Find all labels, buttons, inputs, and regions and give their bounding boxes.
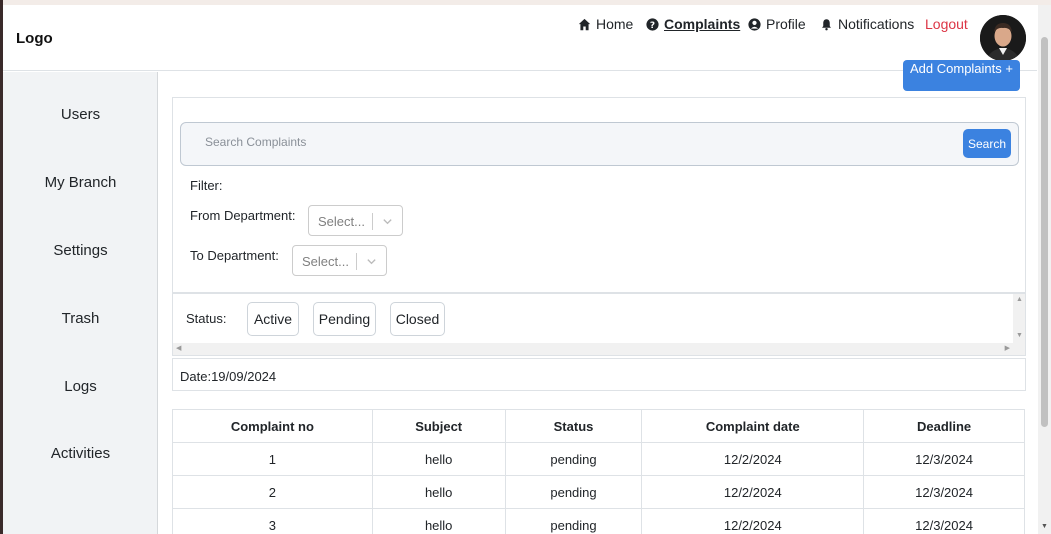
- sidebar-item-logs[interactable]: Logs: [3, 378, 158, 395]
- status-label: Status:: [186, 311, 227, 326]
- table-row[interactable]: 3 hello pending 12/2/2024 12/3/2024: [172, 508, 1025, 534]
- cell-complaint-no: 3: [172, 508, 373, 534]
- cell-complaint-date: 12/2/2024: [641, 442, 865, 476]
- sidebar-item-trash[interactable]: Trash: [3, 310, 158, 327]
- avatar[interactable]: [980, 15, 1026, 61]
- add-complaints-button[interactable]: Add Complaints +: [903, 60, 1020, 91]
- cell-subject: hello: [371, 475, 506, 509]
- cell-status: pending: [504, 475, 643, 509]
- top-navbar: Logo Home ? Complaints Profile Notificat…: [3, 5, 1037, 71]
- from-department-label: From Department:: [190, 208, 296, 223]
- status-active-button[interactable]: Active: [247, 302, 299, 336]
- header-complaint-date[interactable]: Complaint date: [641, 409, 865, 443]
- user-circle-icon: [748, 17, 761, 31]
- nav-profile[interactable]: Profile: [748, 16, 806, 32]
- header-subject[interactable]: Subject: [371, 409, 506, 443]
- logout-label: Logout: [925, 16, 968, 32]
- scroll-down-icon[interactable]: ▼: [1016, 332, 1023, 339]
- status-filter-panel: Status: Active Pending Closed ◀ ▶ ▲ ▼: [172, 293, 1026, 356]
- logo[interactable]: Logo: [16, 30, 53, 47]
- cell-complaint-no: 2: [172, 475, 373, 509]
- date-panel: Date:19/09/2024: [172, 358, 1026, 391]
- status-closed-button[interactable]: Closed: [390, 302, 445, 336]
- sidebar-item-my-branch[interactable]: My Branch: [3, 174, 158, 191]
- cell-deadline: 12/3/2024: [863, 475, 1025, 509]
- nav-notifications-label: Notifications: [838, 16, 915, 32]
- sidebar: Users My Branch Settings Trash Logs Acti…: [3, 72, 158, 534]
- avatar-image: [980, 15, 1026, 61]
- cell-complaint-no: 1: [172, 442, 373, 476]
- add-complaints-label: Add Complaints +: [910, 61, 1013, 76]
- scroll-left-icon[interactable]: ◀: [176, 344, 181, 352]
- scroll-down-icon[interactable]: ▼: [1041, 523, 1048, 530]
- select-separator: [356, 253, 357, 270]
- status-pending-button[interactable]: Pending: [313, 302, 376, 336]
- chevron-down-icon: [383, 219, 392, 225]
- question-circle-icon: ?: [646, 17, 659, 30]
- search-input[interactable]: [205, 135, 905, 149]
- cell-status: pending: [504, 508, 643, 534]
- search-button[interactable]: Search: [963, 129, 1011, 158]
- table-row[interactable]: 2 hello pending 12/2/2024 12/3/2024: [172, 475, 1025, 509]
- nav-complaints[interactable]: ? Complaints: [646, 16, 740, 32]
- nav-complaints-label: Complaints: [664, 16, 741, 32]
- nav-notifications[interactable]: Notifications: [820, 16, 914, 32]
- select-separator: [372, 213, 373, 230]
- logout-link[interactable]: Logout: [925, 16, 968, 32]
- sidebar-item-settings[interactable]: Settings: [3, 242, 158, 259]
- horizontal-scrollbar[interactable]: ◀ ▶: [173, 343, 1013, 355]
- scrollbar-thumb[interactable]: [1041, 37, 1048, 427]
- table-row[interactable]: 1 hello pending 12/2/2024 12/3/2024: [172, 442, 1025, 476]
- cell-deadline: 12/3/2024: [863, 442, 1025, 476]
- header-complaint-no[interactable]: Complaint no: [172, 409, 373, 443]
- table-header-row: Complaint no Subject Status Complaint da…: [172, 409, 1025, 443]
- svg-text:?: ?: [650, 20, 655, 30]
- scroll-right-icon[interactable]: ▶: [1005, 344, 1010, 352]
- from-department-placeholder: Select...: [318, 214, 365, 229]
- cell-status: pending: [504, 442, 643, 476]
- cell-deadline: 12/3/2024: [863, 508, 1025, 534]
- sidebar-item-activities[interactable]: Activities: [3, 445, 158, 462]
- search-bar: Search: [180, 122, 1019, 166]
- home-icon: [578, 18, 591, 30]
- cell-subject: hello: [371, 442, 506, 476]
- complaints-table: Complaint no Subject Status Complaint da…: [172, 409, 1025, 534]
- vertical-scrollbar[interactable]: ▲ ▼: [1013, 294, 1025, 355]
- cell-complaint-date: 12/2/2024: [641, 475, 865, 509]
- cell-complaint-date: 12/2/2024: [641, 508, 865, 534]
- cell-subject: hello: [371, 508, 506, 534]
- header-status[interactable]: Status: [504, 409, 643, 443]
- from-department-select[interactable]: Select...: [308, 205, 403, 236]
- to-department-select[interactable]: Select...: [292, 245, 387, 276]
- chevron-down-icon: [367, 259, 376, 265]
- to-department-label: To Department:: [190, 248, 279, 263]
- current-date: Date:19/09/2024: [180, 369, 277, 384]
- filter-panel: Search Filter: From Department: Select..…: [172, 97, 1026, 293]
- page-scrollbar[interactable]: ▼: [1038, 5, 1051, 534]
- to-department-placeholder: Select...: [302, 254, 349, 269]
- nav-profile-label: Profile: [766, 16, 806, 32]
- nav-home[interactable]: Home: [578, 16, 633, 32]
- sidebar-item-users[interactable]: Users: [3, 106, 158, 123]
- nav-home-label: Home: [596, 16, 634, 32]
- bell-icon: [822, 18, 831, 30]
- filter-label: Filter:: [190, 178, 223, 193]
- header-deadline[interactable]: Deadline: [863, 409, 1025, 443]
- scroll-up-icon[interactable]: ▲: [1016, 296, 1023, 303]
